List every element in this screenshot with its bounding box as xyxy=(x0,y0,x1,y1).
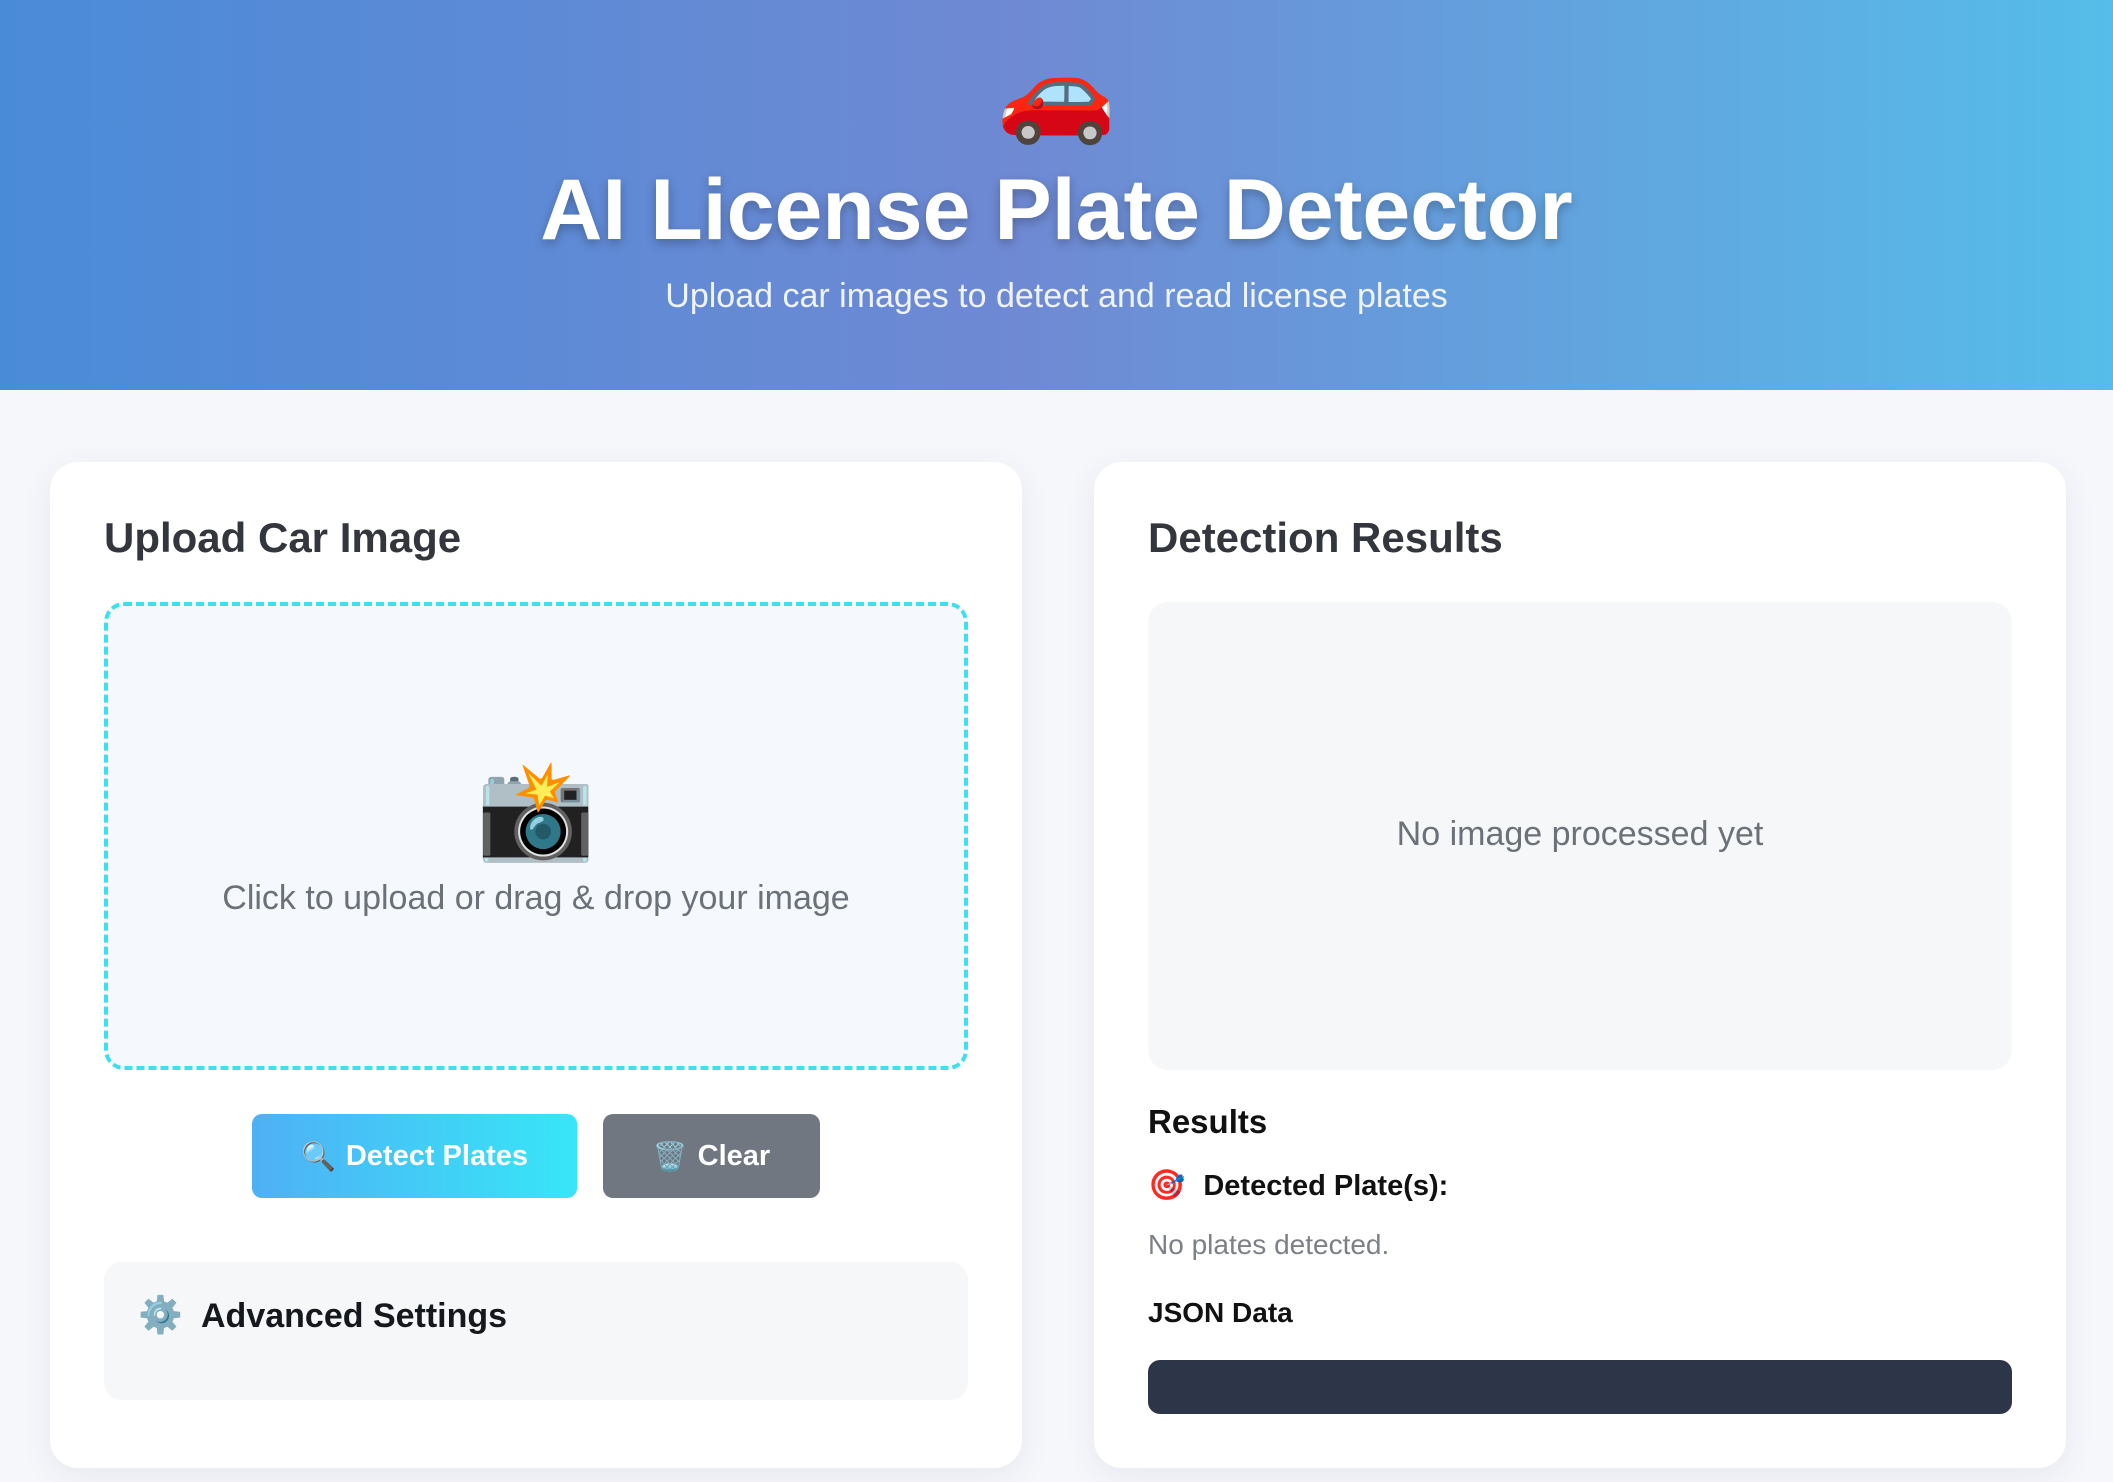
app-header: 🚗 AI License Plate Detector Upload car i… xyxy=(0,0,2113,390)
advanced-settings-label: Advanced Settings xyxy=(201,1297,508,1335)
results-panel: Detection Results No image processed yet… xyxy=(1094,462,2066,1468)
advanced-settings-toggle[interactable]: ⚙️ Advanced Settings xyxy=(104,1262,968,1400)
page-subtitle: Upload car images to detect and read lic… xyxy=(665,277,1448,315)
preview-empty-text: No image processed yet xyxy=(1396,815,1764,853)
gear-icon: ⚙️ xyxy=(138,1294,183,1335)
image-dropzone[interactable]: 📸 Click to upload or drag & drop your im… xyxy=(104,602,968,1070)
camera-flash-icon: 📸 xyxy=(476,757,596,864)
detected-plates-header: 🎯 Detected Plate(s): xyxy=(1148,1168,1448,1204)
detect-plates-label: Detect Plates xyxy=(345,1139,529,1172)
json-data-heading: JSON Data xyxy=(1148,1297,1293,1328)
magnifier-icon: 🔍 xyxy=(300,1140,336,1172)
car-icon: 🚗 xyxy=(996,39,1117,146)
detected-plates-label: Detected Plate(s): xyxy=(1203,1170,1449,1202)
upload-panel-title: Upload Car Image xyxy=(104,514,462,561)
clear-label: Clear xyxy=(697,1139,771,1172)
result-image-preview: No image processed yet xyxy=(1148,602,2012,1070)
page-title: AI License Plate Detector xyxy=(540,162,1573,258)
no-plates-text: No plates detected. xyxy=(1148,1229,1390,1260)
results-heading: Results xyxy=(1148,1103,1268,1140)
dropzone-hint: Click to upload or drag & drop your imag… xyxy=(222,879,850,917)
trash-icon: 🗑️ xyxy=(652,1140,688,1172)
clear-button[interactable]: 🗑️ Clear xyxy=(603,1114,820,1198)
upload-panel: Upload Car Image 📸 Click to upload or dr… xyxy=(50,462,1022,1468)
results-panel-title: Detection Results xyxy=(1148,514,1503,561)
json-output[interactable] xyxy=(1148,1360,2012,1414)
detect-plates-button[interactable]: 🔍 Detect Plates xyxy=(252,1114,577,1198)
target-icon: 🎯 xyxy=(1148,1169,1186,1202)
